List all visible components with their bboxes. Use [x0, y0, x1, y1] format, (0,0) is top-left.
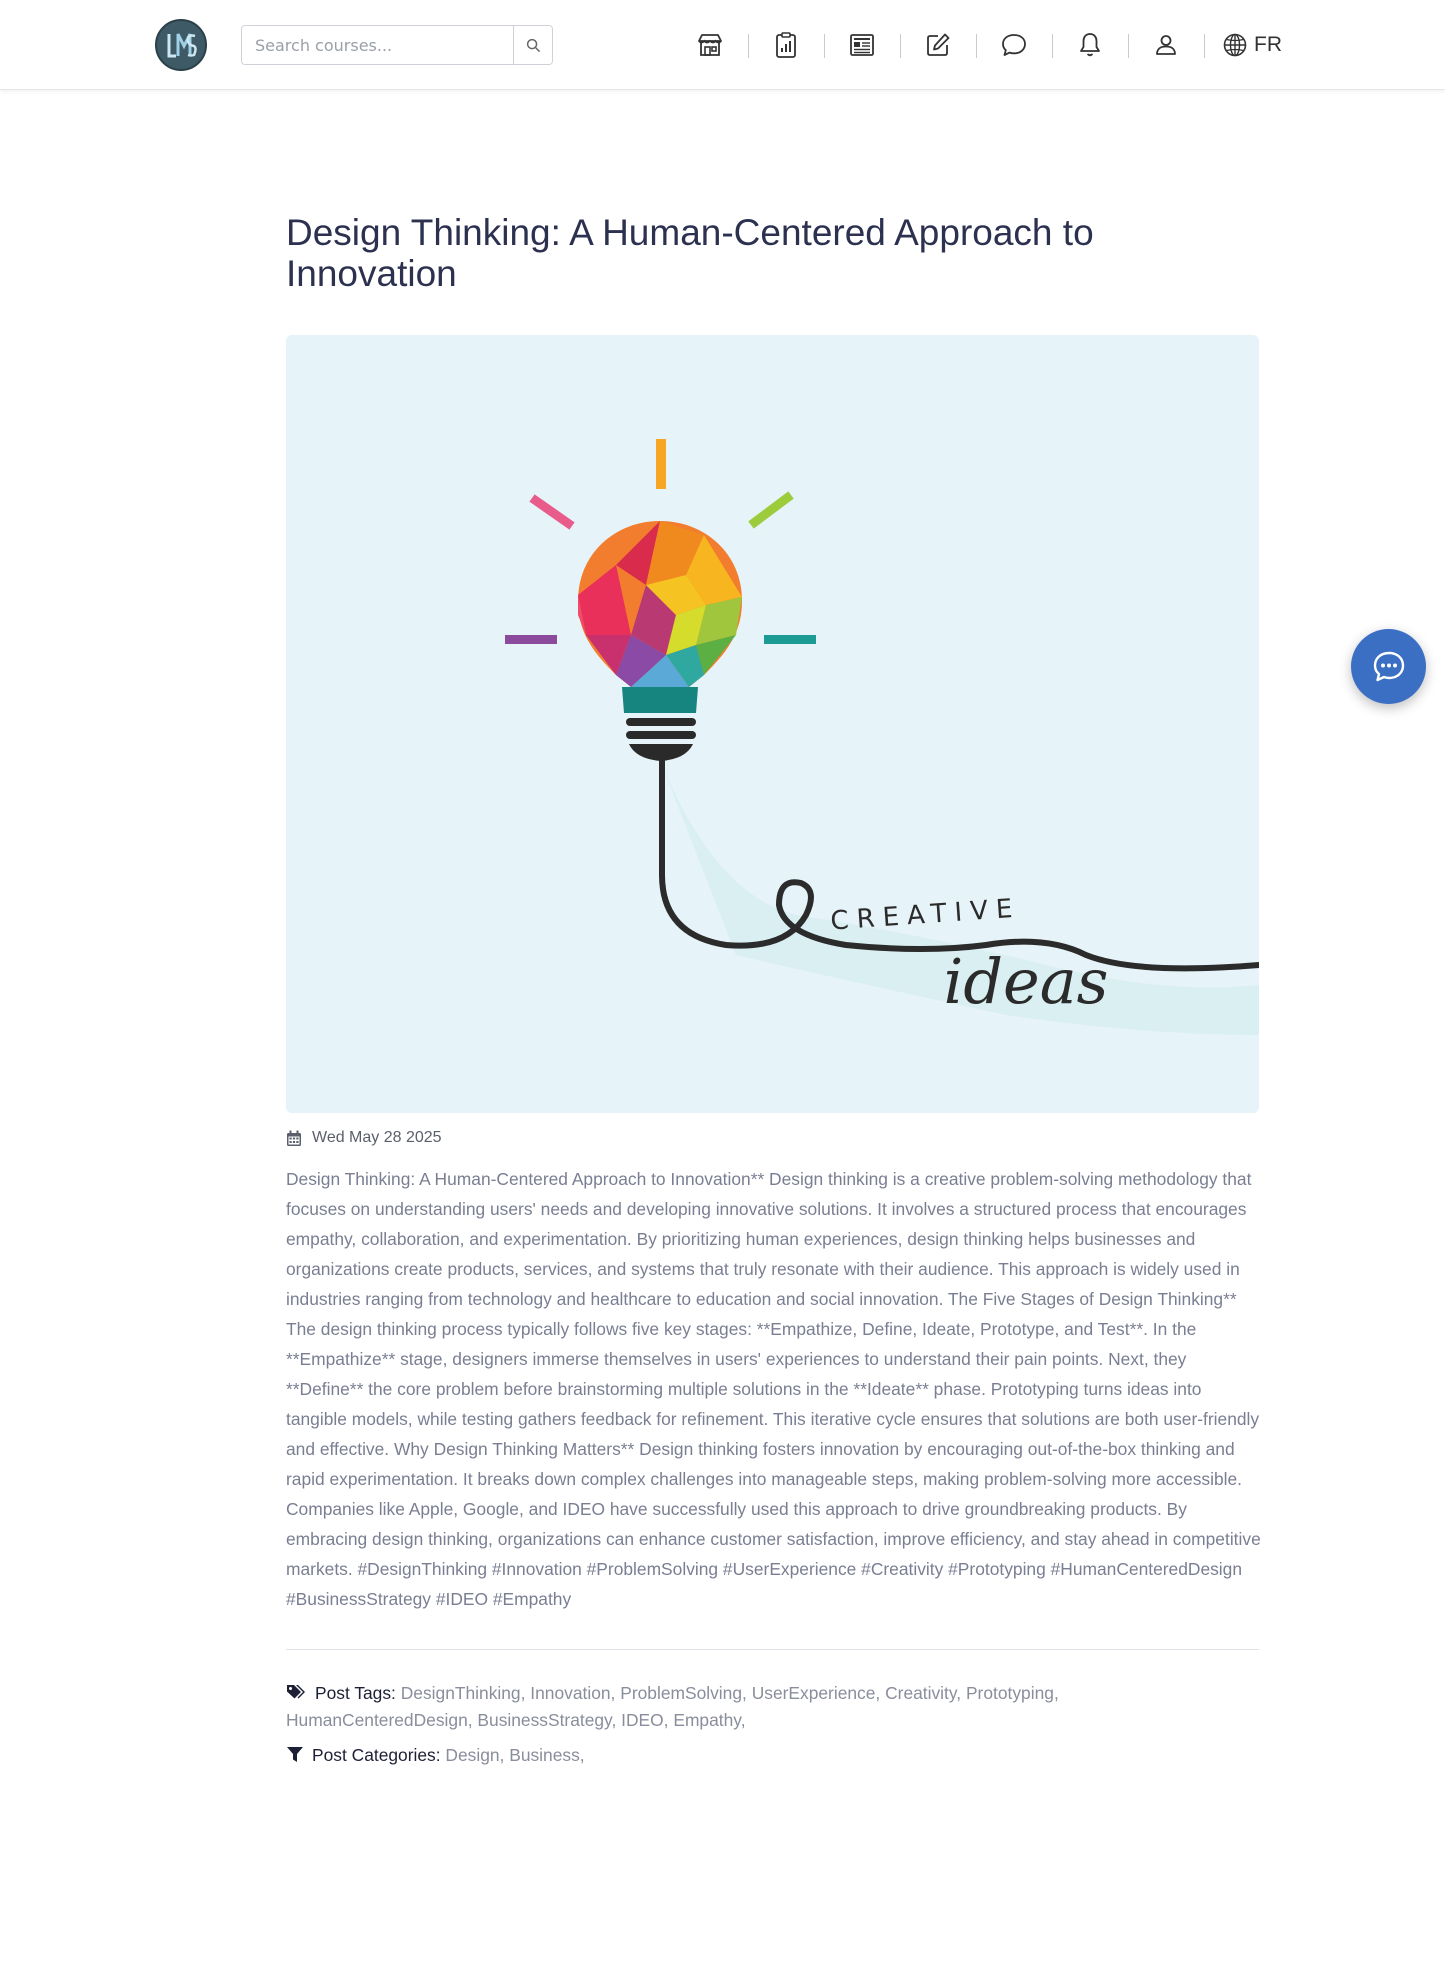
list-separator: , [1053, 1683, 1059, 1703]
edit-icon [927, 33, 950, 56]
search-button[interactable] [513, 26, 552, 64]
post-hero-image: CREATIVE ideas [286, 335, 1259, 1113]
hero-word-top: CREATIVE [830, 893, 1022, 936]
search-icon [526, 38, 540, 52]
globe-icon [1223, 33, 1247, 57]
list-separator: , [610, 1683, 621, 1703]
tag-link[interactable]: ProblemSolving [620, 1683, 742, 1703]
list-separator: , [499, 1745, 510, 1765]
tag-link[interactable]: DesignThinking [401, 1683, 521, 1703]
categories-label: Post Categories: [312, 1745, 441, 1765]
tag-link[interactable]: IDEO [621, 1710, 664, 1730]
logo-icon [167, 33, 197, 58]
post-title: Design Thinking: A Human-Centered Approa… [286, 212, 1094, 294]
post-date: Wed May 28 2025 [312, 1129, 442, 1146]
clipboard-chart-icon [776, 32, 796, 58]
nav-profile[interactable] [1128, 22, 1204, 68]
category-link[interactable]: Business [509, 1745, 580, 1765]
user-icon [1156, 35, 1176, 55]
top-navbar: FR [0, 0, 1445, 90]
nav-news[interactable] [824, 22, 900, 68]
category-link[interactable]: Design [445, 1745, 499, 1765]
list-separator: , [742, 1683, 752, 1703]
list-separator: , [663, 1710, 674, 1730]
tag-link[interactable]: HumanCenteredDesign [286, 1710, 468, 1730]
ray-top-left [529, 494, 575, 530]
search-input[interactable] [242, 26, 513, 64]
language-switcher[interactable]: FR [1204, 22, 1292, 68]
bell-icon [1080, 33, 1100, 57]
bulb-glass [578, 521, 742, 687]
list-separator: , [611, 1710, 622, 1730]
list-separator: , [956, 1683, 966, 1703]
divider [286, 1649, 1259, 1650]
tag-link[interactable]: UserExperience [752, 1683, 876, 1703]
category-list: Design, Business, [445, 1745, 584, 1765]
chat-fab-button[interactable] [1351, 629, 1426, 704]
hero-word-bottom: ideas [944, 945, 1109, 1018]
calendar-icon [287, 1130, 301, 1146]
main-nav: FR [672, 22, 1292, 68]
chat-icon [1002, 34, 1026, 56]
tag-link[interactable]: Creativity [885, 1683, 956, 1703]
list-separator: , [740, 1710, 746, 1730]
tags-label: Post Tags: [315, 1683, 396, 1703]
ray-top-right [748, 491, 794, 529]
site-logo[interactable] [155, 19, 207, 71]
nav-messages[interactable] [976, 22, 1052, 68]
tags-icon [287, 1685, 305, 1699]
ray-left [505, 635, 557, 644]
tag-link[interactable]: BusinessStrategy [477, 1710, 611, 1730]
ray-right [764, 635, 816, 644]
list-separator: , [467, 1710, 478, 1730]
bulb-neck [622, 687, 698, 713]
chat-dots-icon [1373, 651, 1404, 681]
post-meta: Wed May 28 2025 [286, 1127, 442, 1149]
list-separator: , [579, 1745, 585, 1765]
tag-list: DesignThinking, Innovation, ProblemSolvi… [286, 1683, 1059, 1730]
nav-edit[interactable] [900, 22, 976, 68]
newspaper-icon [850, 34, 874, 56]
store-icon [698, 34, 722, 56]
language-label: FR [1254, 33, 1282, 56]
post-tags: Post Tags: DesignThinking, Innovation, P… [286, 1680, 1166, 1734]
ray-top [656, 439, 666, 489]
lightbulb-illustration: CREATIVE ideas [505, 439, 1259, 1035]
nav-notifications[interactable] [1052, 22, 1128, 68]
tag-link[interactable]: Prototyping [966, 1683, 1054, 1703]
search-box [241, 25, 553, 65]
nav-reports[interactable] [748, 22, 824, 68]
list-separator: , [875, 1683, 886, 1703]
tag-link[interactable]: Innovation [530, 1683, 610, 1703]
post-categories: Post Categories: Design, Business, [286, 1742, 1166, 1769]
nav-store[interactable] [672, 22, 748, 68]
filter-icon [287, 1747, 303, 1762]
list-separator: , [520, 1683, 531, 1703]
tag-link[interactable]: Empathy [673, 1710, 740, 1730]
post-body: Design Thinking: A Human-Centered Approa… [286, 1169, 1261, 1609]
